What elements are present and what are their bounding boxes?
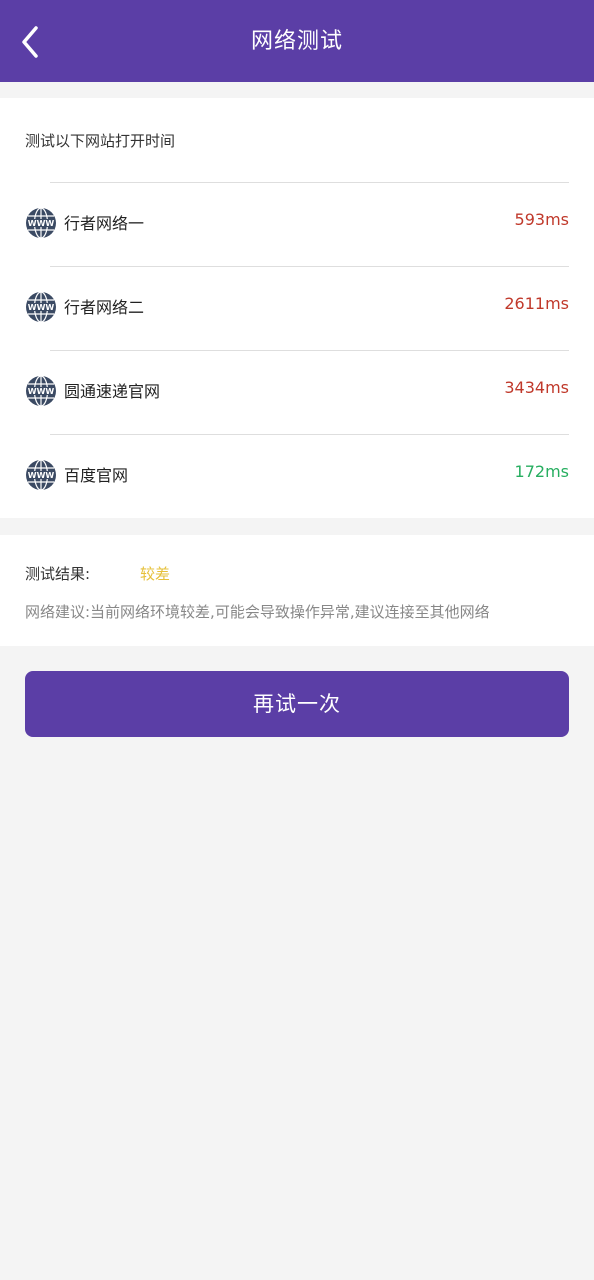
result-value: 较差 [140, 565, 171, 583]
svg-text:WWW: WWW [28, 471, 55, 480]
site-name: 行者网络二 [64, 298, 145, 317]
svg-text:WWW: WWW [28, 219, 55, 228]
site-time: 2611ms [504, 294, 569, 313]
site-time: 593ms [514, 210, 569, 229]
sites-card: 测试以下网站打开时间 WWW 行者网络一 593ms WWW 行者网络二 261… [0, 98, 594, 518]
globe-www-icon: WWW [26, 207, 56, 239]
globe-www-icon: WWW [26, 291, 56, 323]
site-name: 行者网络一 [64, 214, 145, 233]
sites-section-label: 测试以下网站打开时间 [25, 132, 176, 150]
globe-www-icon: WWW [26, 375, 56, 407]
site-time: 172ms [514, 462, 569, 481]
site-name: 百度官网 [64, 466, 129, 485]
svg-text:WWW: WWW [28, 387, 55, 396]
svg-text:WWW: WWW [28, 303, 55, 312]
page-title: 网络测试 [250, 29, 343, 54]
site-row: WWW 行者网络二 2611ms [0, 266, 594, 350]
divider [50, 182, 569, 183]
site-row: WWW 行者网络一 593ms [0, 182, 594, 266]
globe-www-icon: WWW [26, 459, 56, 491]
site-name: 圆通速递官网 [64, 382, 161, 401]
divider [50, 434, 569, 435]
divider [50, 266, 569, 267]
app-header: 网络测试 [0, 0, 594, 82]
site-row: WWW 圆通速递官网 3434ms [0, 350, 594, 434]
site-time: 3434ms [504, 378, 569, 397]
divider [50, 350, 569, 351]
network-advice: 网络建议:当前网络环境较差,可能会导致操作异常,建议连接至其他网络 [25, 603, 490, 621]
retry-button[interactable]: 再试一次 [25, 671, 569, 737]
site-row: WWW 百度官网 172ms [0, 434, 594, 518]
result-card: 测试结果: 较差 网络建议:当前网络环境较差,可能会导致操作异常,建议连接至其他… [0, 535, 594, 646]
result-label: 测试结果: [25, 565, 91, 583]
